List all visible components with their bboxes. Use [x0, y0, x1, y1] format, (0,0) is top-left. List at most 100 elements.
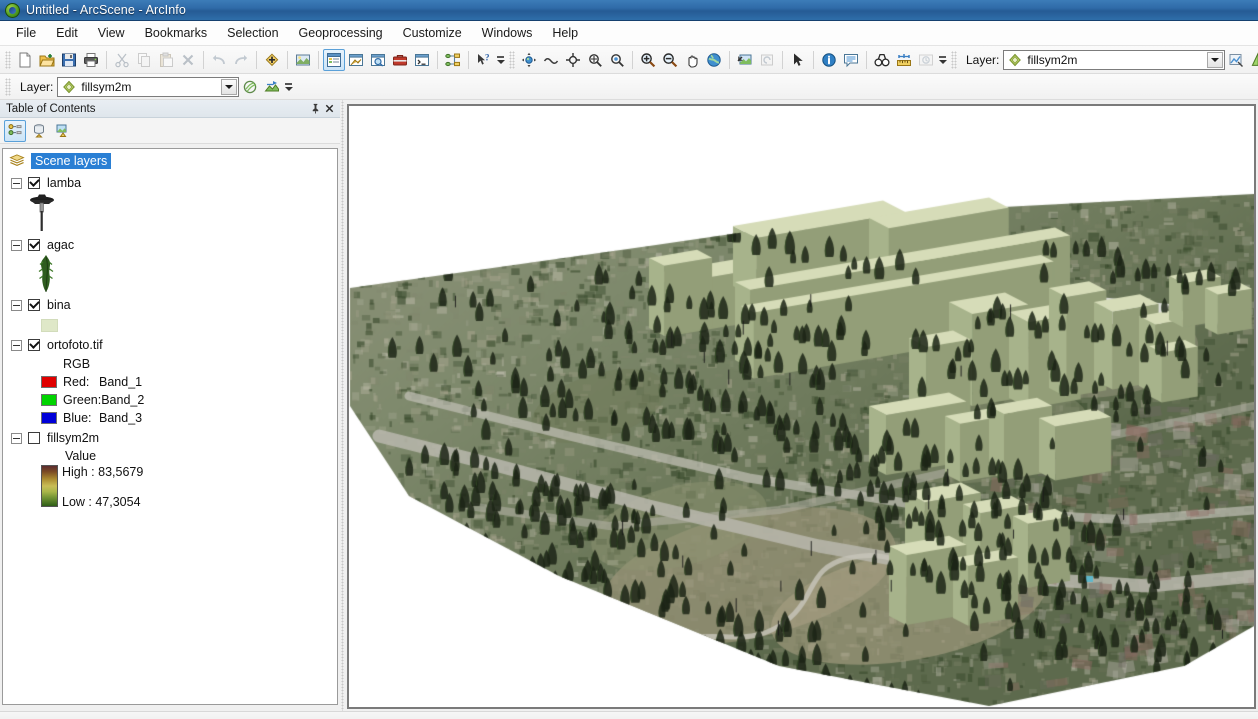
menu-item-edit[interactable]: Edit — [46, 23, 88, 43]
raster-layer-icon — [1009, 53, 1022, 66]
window-title: Untitled - ArcScene - ArcInfo — [26, 3, 186, 17]
full-extent-globe-icon[interactable] — [703, 49, 725, 71]
3d-scene-canvas[interactable] — [349, 106, 1254, 707]
measure-ruler-icon[interactable] — [893, 49, 915, 71]
html-popup-icon[interactable] — [840, 49, 862, 71]
menu-item-bookmarks[interactable]: Bookmarks — [135, 23, 218, 43]
tree-3d-symbol — [38, 255, 54, 293]
pan-hand-icon[interactable] — [681, 49, 703, 71]
effects-overflow-button[interactable] — [283, 77, 294, 97]
menu-item-customize[interactable]: Customize — [393, 23, 472, 43]
save-icon[interactable] — [58, 49, 80, 71]
tools-overflow-button[interactable] — [937, 50, 948, 70]
list-by-drawing-order-icon[interactable] — [4, 119, 26, 142]
effects-layer-label: Layer: — [20, 79, 54, 94]
svg-text:?: ? — [485, 52, 490, 62]
toc-layer-label-lamba: lamba — [47, 176, 82, 190]
stretched-color-ramp — [41, 465, 58, 507]
whats-this-help-icon[interactable]: ? — [473, 49, 495, 71]
toc-layer-bina[interactable]: bina — [3, 296, 337, 314]
python-window-icon[interactable] — [411, 49, 433, 71]
close-icon[interactable] — [322, 102, 336, 116]
workspace: Table of Contents Scene layers lamba aga… — [0, 100, 1258, 711]
toc-color-ramp-row: High : 83,5679 Low : 47,3054 — [3, 465, 337, 513]
menu-item-selection[interactable]: Selection — [217, 23, 288, 43]
collapse-toggle-icon[interactable] — [11, 299, 22, 311]
zoom-to-selected-icon[interactable] — [734, 49, 756, 71]
pin-icon[interactable] — [308, 102, 322, 116]
layer-visibility-checkbox-ortofoto[interactable] — [28, 339, 40, 351]
chevron-down-icon[interactable] — [1207, 51, 1224, 68]
toolbox-icon[interactable] — [389, 49, 411, 71]
navigate-icon[interactable] — [518, 49, 540, 71]
toc-layer-fillsym2m[interactable]: fillsym2m — [3, 429, 337, 447]
scene-properties-icon[interactable] — [292, 49, 314, 71]
new-document-icon[interactable] — [14, 49, 36, 71]
layer-visibility-checkbox-agac[interactable] — [28, 239, 40, 251]
model-builder-icon[interactable] — [442, 49, 464, 71]
catalog-window-icon[interactable] — [345, 49, 367, 71]
previous-extent-icon — [756, 49, 778, 71]
open-folder-icon[interactable] — [36, 49, 58, 71]
set-observer-icon[interactable] — [606, 49, 628, 71]
toc-band-row-red: Red: Band_1 — [3, 373, 337, 391]
redo-arrow-icon — [230, 49, 252, 71]
drape-effect-icon[interactable] — [261, 76, 283, 98]
zoom-to-target-icon[interactable] — [584, 49, 606, 71]
search-window-icon[interactable] — [367, 49, 389, 71]
toc-layer-tree[interactable]: Scene layers lamba agac bina ortofoto.ti… — [2, 148, 338, 705]
zoom-out-icon[interactable] — [659, 49, 681, 71]
menu-item-view[interactable]: View — [88, 23, 135, 43]
toc-layer-agac[interactable]: agac — [3, 236, 337, 254]
collapse-toggle-icon[interactable] — [11, 239, 22, 251]
toolbar-grip-tools[interactable] — [509, 50, 515, 69]
tools-layer-label: Layer: — [966, 52, 1000, 67]
toolbar-overflow-button[interactable] — [495, 50, 506, 70]
menu-item-file[interactable]: File — [6, 23, 46, 43]
scene-layers-icon — [9, 154, 25, 166]
green-band-channel: Green: — [63, 393, 102, 407]
table-of-contents-icon[interactable] — [323, 48, 345, 71]
effects-toolbar: Layer: fillsym2m — [0, 74, 1258, 100]
tools-layer-combo[interactable]: fillsym2m — [1003, 49, 1226, 70]
layer-visibility-checkbox-lamba[interactable] — [28, 177, 40, 189]
collapse-toggle-icon[interactable] — [11, 339, 22, 351]
add-data-icon[interactable] — [261, 49, 283, 71]
layer-visibility-checkbox-bina[interactable] — [28, 299, 40, 311]
collapse-toggle-icon[interactable] — [11, 432, 22, 444]
toc-symbol-bina — [3, 314, 337, 336]
scene-view-container — [345, 100, 1258, 711]
green-band-swatch — [41, 394, 57, 406]
effects-layer-combo[interactable]: fillsym2m — [57, 76, 240, 97]
3d-scene-viewport[interactable] — [347, 104, 1256, 709]
lamp-post-3d-symbol — [30, 194, 54, 231]
zoom-in-icon[interactable] — [637, 49, 659, 71]
menu-item-help[interactable]: Help — [542, 23, 588, 43]
list-by-visibility-icon[interactable] — [52, 120, 74, 142]
toc-layer-label-ortofoto: ortofoto.tif — [47, 338, 103, 352]
chevron-down-icon[interactable] — [221, 78, 238, 95]
menu-item-geoprocessing[interactable]: Geoprocessing — [289, 23, 393, 43]
toc-layer-lamba[interactable]: lamba — [3, 174, 337, 192]
paste-icon — [155, 49, 177, 71]
ramp-high-label: High : 83,5679 — [62, 465, 144, 479]
fly-icon[interactable] — [540, 49, 562, 71]
effects-toolbar-grip[interactable] — [5, 77, 11, 96]
center-on-target-icon[interactable] — [562, 49, 584, 71]
find-binoculars-icon[interactable] — [871, 49, 893, 71]
line-of-sight-icon[interactable] — [1247, 49, 1258, 71]
identify-icon[interactable] — [818, 49, 840, 71]
contrast-effect-icon[interactable] — [239, 76, 261, 98]
select-features-arrow-icon[interactable] — [787, 49, 809, 71]
layer-visibility-checkbox-fillsym2m[interactable] — [28, 432, 40, 444]
toolbar-grip-3dlayer[interactable] — [951, 50, 957, 69]
status-bar — [0, 711, 1258, 719]
menu-item-windows[interactable]: Windows — [472, 23, 543, 43]
create-profile-graph-icon[interactable] — [1225, 49, 1247, 71]
toc-root-scene-layers[interactable]: Scene layers — [3, 152, 337, 170]
toc-layer-ortofoto[interactable]: ortofoto.tif — [3, 336, 337, 354]
collapse-toggle-icon[interactable] — [11, 177, 22, 189]
print-icon[interactable] — [80, 49, 102, 71]
list-by-source-icon[interactable] — [28, 120, 50, 142]
toolbar-grip[interactable] — [5, 50, 11, 69]
